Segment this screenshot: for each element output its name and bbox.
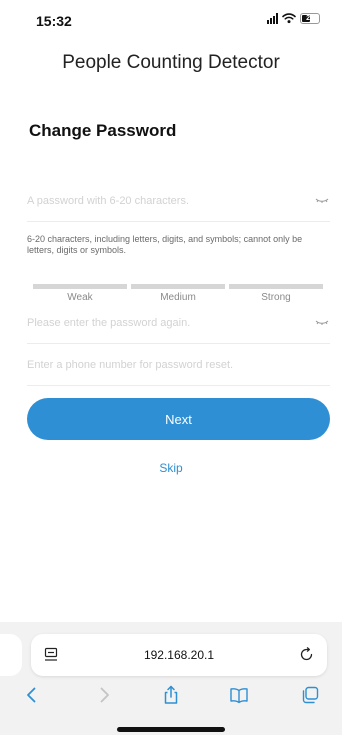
phone-field xyxy=(27,344,330,386)
confirm-password-field xyxy=(27,302,330,344)
password-field xyxy=(27,180,330,222)
cellular-icon xyxy=(267,12,278,24)
phone-input[interactable] xyxy=(27,344,297,385)
eye-closed-icon[interactable] xyxy=(314,316,330,328)
address-bar[interactable]: 192.168.20.1 xyxy=(31,634,327,676)
strength-weak: Weak xyxy=(33,284,127,303)
status-time: 15:32 xyxy=(36,13,72,29)
previous-tab-peek[interactable] xyxy=(0,634,22,676)
wifi-icon xyxy=(282,13,296,24)
battery-level: 23 xyxy=(306,14,314,22)
password-strength-meter: Weak Medium Strong xyxy=(33,284,323,303)
confirm-password-input[interactable] xyxy=(27,302,297,343)
share-icon[interactable] xyxy=(161,685,181,705)
url-text: 192.168.20.1 xyxy=(143,648,215,662)
strength-bar xyxy=(33,284,127,289)
strength-medium: Medium xyxy=(131,284,225,303)
next-button[interactable]: Next xyxy=(27,398,330,440)
skip-link[interactable]: Skip xyxy=(0,461,342,475)
status-icons: 23 xyxy=(267,12,320,24)
browser-toolbar xyxy=(0,680,342,710)
strength-strong: Strong xyxy=(229,284,323,303)
tabs-icon[interactable] xyxy=(300,685,320,705)
battery-icon: 23 xyxy=(300,12,320,24)
password-input[interactable] xyxy=(27,180,297,221)
eye-closed-icon[interactable] xyxy=(314,194,330,206)
back-icon[interactable] xyxy=(22,685,42,705)
strength-bar xyxy=(131,284,225,289)
reload-icon[interactable] xyxy=(299,647,314,662)
page-title: Change Password xyxy=(29,121,177,140)
password-hint: 6-20 characters, including letters, digi… xyxy=(27,234,303,255)
bookmarks-icon[interactable] xyxy=(229,685,249,705)
app-title: People Counting Detector xyxy=(62,52,280,73)
forward-icon[interactable] xyxy=(94,685,114,705)
home-indicator xyxy=(117,727,225,732)
strength-bar xyxy=(229,284,323,289)
status-bar: 15:32 23 xyxy=(0,0,342,44)
